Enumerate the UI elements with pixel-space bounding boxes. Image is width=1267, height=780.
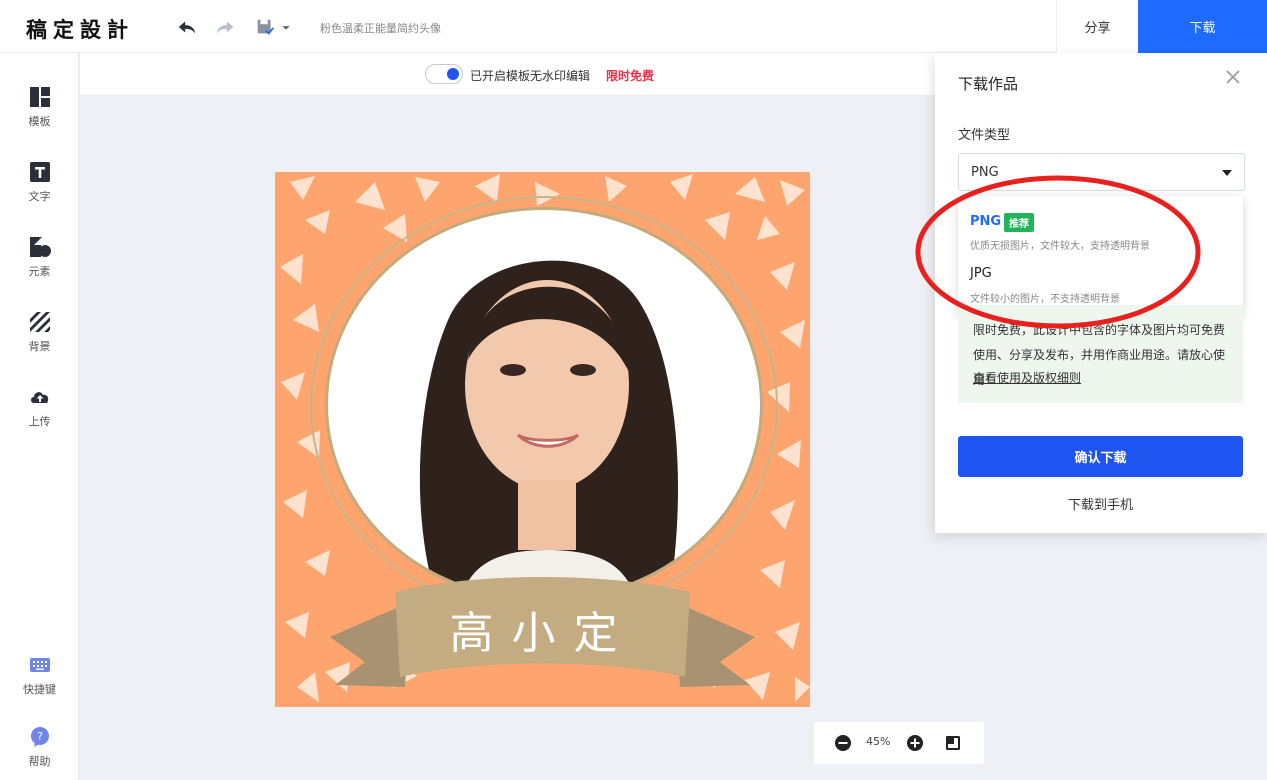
undo-icon[interactable]	[176, 16, 198, 38]
option-desc: 文件较小的图片，不支持透明背景	[970, 294, 1120, 305]
sidebar-item-label: 文字	[28, 190, 51, 203]
help-icon: ?	[30, 727, 49, 747]
left-sidebar: 模板 文字 元素 背景 上传 快捷键 ? 帮助	[0, 53, 79, 780]
recommended-badge: 推荐	[1004, 213, 1034, 232]
file-type-select[interactable]: PNG	[958, 153, 1245, 191]
fit-screen-icon[interactable]	[944, 734, 962, 752]
file-type-label: 文件类型	[958, 128, 1011, 143]
free-label: 限时免费	[606, 69, 655, 83]
document-title[interactable]: 粉色温柔正能量简约头像	[320, 20, 441, 36]
sidebar-item-help[interactable]: ? 帮助	[0, 726, 79, 769]
svg-text:?: ?	[37, 730, 43, 743]
option-desc: 优质无损图片，文件较大，支持透明背景	[970, 241, 1150, 252]
option-name: PNG	[970, 214, 1002, 229]
confirm-download-button[interactable]: 确认下载	[958, 436, 1243, 477]
portrait-photo[interactable]	[325, 207, 763, 602]
zoom-level[interactable]: 45%	[866, 735, 890, 748]
redo-icon[interactable]	[214, 16, 236, 38]
sidebar-item-label: 快捷键	[23, 683, 56, 696]
sidebar-item-label: 元素	[28, 265, 51, 278]
sidebar-item-label: 上传	[28, 415, 51, 428]
upload-icon	[30, 392, 48, 403]
design-canvas[interactable]: 高小定	[275, 172, 810, 707]
sidebar-item-background[interactable]: 背景	[0, 311, 79, 354]
file-type-dropdown: PNG 推荐 优质无损图片，文件较大，支持透明背景 JPG 文件较小的图片，不支…	[958, 196, 1243, 316]
background-icon	[29, 312, 50, 332]
watermark-toggle[interactable]	[425, 64, 463, 84]
close-icon[interactable]	[1224, 68, 1242, 86]
sidebar-item-element[interactable]: 元素	[0, 236, 79, 279]
text-icon	[29, 162, 50, 182]
template-icon	[29, 87, 50, 107]
sidebar-item-label: 模板	[28, 115, 51, 128]
license-link[interactable]: 查看使用及版权细则	[973, 369, 1081, 386]
file-type-value: PNG	[971, 165, 999, 180]
sidebar-item-template[interactable]: 模板	[0, 86, 79, 129]
top-header: 稿定設計 粉色温柔正能量简约头像 分享 下载	[0, 0, 1267, 53]
zoom-out-icon[interactable]	[834, 734, 852, 752]
option-name: JPG	[970, 266, 992, 281]
element-icon	[29, 237, 51, 257]
sidebar-item-text[interactable]: 文字	[0, 161, 79, 204]
sidebar-item-label: 帮助	[28, 755, 51, 768]
chevron-down-icon[interactable]	[280, 16, 292, 38]
download-to-phone-link[interactable]: 下载到手机	[958, 494, 1243, 513]
download-button[interactable]: 下载	[1138, 0, 1267, 53]
option-png[interactable]: PNG 推荐 优质无损图片，文件较大，支持透明背景	[958, 196, 1243, 256]
app-logo[interactable]: 稿定設計	[26, 14, 134, 44]
share-button[interactable]: 分享	[1056, 0, 1138, 53]
keyboard-icon	[29, 658, 50, 672]
save-icon[interactable]	[254, 16, 276, 38]
panel-title: 下载作品	[958, 75, 1019, 93]
sidebar-item-upload[interactable]: 上传	[0, 386, 79, 429]
sidebar-item-label: 背景	[28, 340, 51, 353]
name-text[interactable]: 高小定	[275, 597, 810, 661]
watermark-text: 已开启模板无水印编辑	[470, 69, 591, 83]
sidebar-item-shortcuts[interactable]: 快捷键	[0, 654, 79, 697]
zoom-in-icon[interactable]	[906, 734, 924, 752]
chevron-down-icon	[1222, 170, 1232, 176]
toggle-knob	[447, 68, 459, 80]
